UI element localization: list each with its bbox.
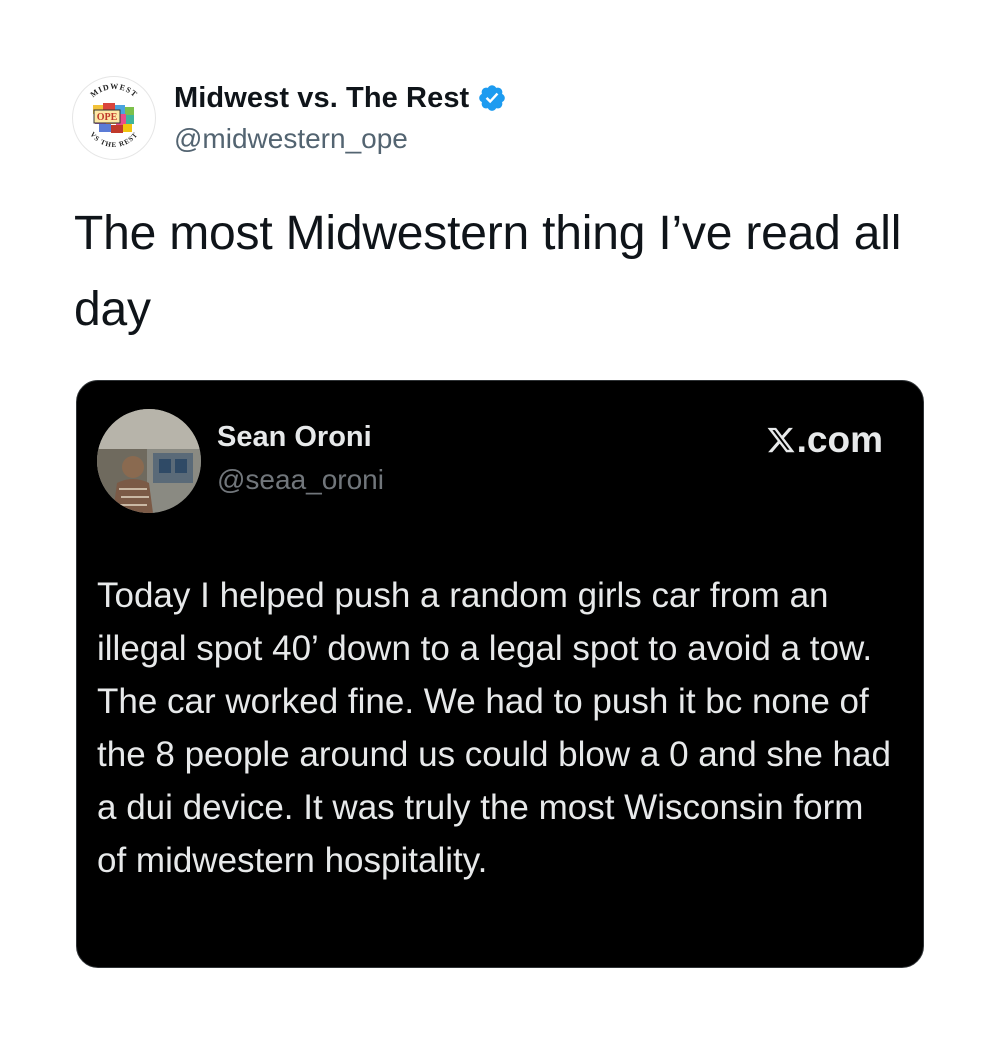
tweet-text: The most Midwestern thing I’ve read all …	[74, 207, 902, 336]
quoted-author-avatar[interactable]	[97, 409, 201, 513]
logo-center-text: OPE	[97, 112, 118, 123]
quoted-tweet-card[interactable]: Sean Oroni @seaa_oroni .com Today I help…	[76, 380, 924, 968]
quoted-author-display-name[interactable]: Sean Oroni	[217, 421, 384, 454]
site-label-text: .com	[796, 419, 883, 460]
midwest-logo-icon: MIDWEST VS THE REST OPE	[74, 78, 154, 158]
quoted-author-handle[interactable]: @seaa_oroni	[217, 464, 384, 496]
x-logo-icon	[767, 427, 795, 453]
site-label: .com	[765, 419, 883, 461]
tweet-header: MIDWEST VS THE REST OPE Midwest vs. The …	[72, 76, 507, 160]
verified-badge-icon	[477, 83, 507, 113]
author-handle[interactable]: @midwestern_ope	[174, 123, 507, 155]
person-photo-icon	[97, 409, 201, 513]
author-display-name[interactable]: Midwest vs. The Rest	[174, 82, 469, 115]
author-avatar[interactable]: MIDWEST VS THE REST OPE	[72, 76, 156, 160]
quoted-tweet-body: Today I helped push a random girls car f…	[97, 576, 891, 880]
